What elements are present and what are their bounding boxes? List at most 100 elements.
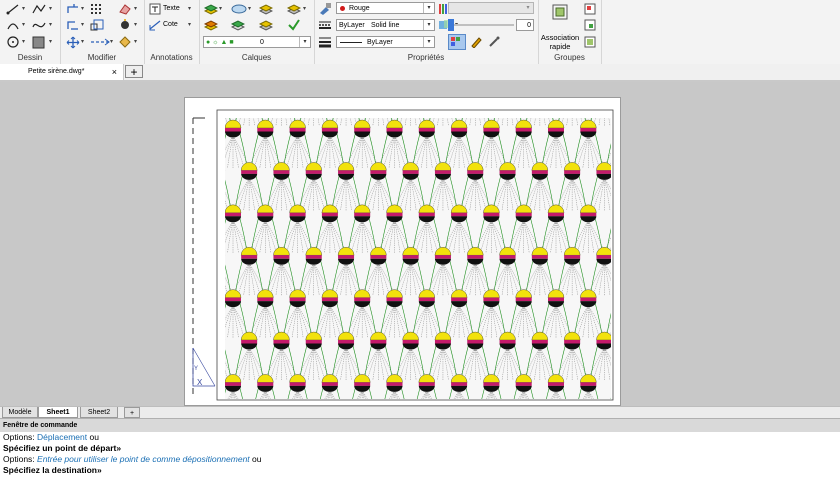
transparency-value-field[interactable]: 0 [516, 19, 534, 31]
chevron-down-icon[interactable]: ▾ [22, 21, 25, 28]
chevron-down-icon[interactable]: ▾ [22, 38, 25, 45]
add-layout-button[interactable]: + [124, 407, 140, 418]
pattern-pink-band [402, 340, 419, 344]
pattern-fan-line [211, 348, 217, 380]
layer-dropdown[interactable]: ● ☼ ▲ ■ 0 ▾ [203, 36, 311, 48]
scale-icon[interactable] [90, 19, 104, 31]
paper-sheet[interactable]: XY [184, 97, 621, 406]
slider-thumb[interactable] [448, 19, 454, 31]
chevron-down-icon[interactable]: ▾ [423, 20, 434, 30]
pattern-pink-band [193, 128, 209, 132]
transparency-slider[interactable] [448, 19, 514, 31]
pattern-pink-band [434, 170, 451, 174]
association-rapide-button[interactable]: Association rapide [540, 2, 580, 51]
move-icon[interactable] [66, 3, 80, 15]
move-arrows-icon[interactable] [66, 36, 80, 49]
erase-icon[interactable] [118, 3, 132, 15]
chevron-down-icon[interactable]: ▾ [219, 5, 222, 12]
pattern-fan-line [190, 306, 201, 338]
chevron-down-icon[interactable]: ▾ [523, 3, 533, 13]
tab-sheet1[interactable]: Sheet1 [38, 407, 78, 418]
cote-button[interactable]: Cote [147, 19, 178, 31]
chevron-down-icon[interactable]: ▾ [188, 21, 191, 28]
chevron-down-icon[interactable]: ▾ [188, 5, 191, 12]
arc-icon[interactable] [6, 19, 20, 31]
tab-document-active[interactable]: Petite sirène.dwg* × [0, 64, 124, 80]
tab-modele[interactable]: Modèle [2, 407, 38, 418]
circle-icon[interactable] [6, 35, 20, 49]
pattern-pink-band [499, 255, 516, 259]
explode-icon[interactable] [118, 19, 132, 31]
layer-match-icon[interactable] [231, 19, 245, 31]
chevron-down-icon[interactable]: ▾ [22, 5, 25, 12]
layer-properties-icon[interactable] [204, 3, 218, 15]
group-edit-icon[interactable] [584, 36, 596, 48]
option-deplacement-link[interactable]: Déplacement [37, 432, 87, 442]
pattern-pink-band [257, 297, 274, 302]
pattern-pink-band [257, 382, 274, 386]
ungroup-icon[interactable] [584, 19, 596, 31]
match-properties-icon[interactable] [118, 36, 132, 48]
chevron-down-icon[interactable]: ▾ [49, 21, 52, 28]
new-document-button[interactable]: + [125, 65, 143, 78]
chevron-down-icon[interactable]: ▾ [134, 21, 137, 28]
hatch-icon[interactable] [32, 36, 45, 49]
chevron-down-icon[interactable]: ▾ [134, 5, 137, 12]
pattern-fan-line [201, 221, 212, 253]
chevron-down-icon[interactable]: ▾ [299, 37, 310, 47]
chevron-down-icon[interactable]: ▾ [134, 38, 137, 45]
chevron-down-icon[interactable]: ▾ [49, 38, 52, 45]
pattern-fan-line [201, 390, 218, 405]
checkmark-icon[interactable] [287, 18, 301, 32]
pattern-green-line [611, 176, 618, 210]
chevron-down-icon[interactable]: ▾ [303, 5, 306, 12]
layer-off-icon[interactable] [259, 19, 273, 31]
option-entree-link[interactable]: Entrée pour utiliser le point de comme d… [37, 454, 250, 464]
linetype-dropdown[interactable]: ByLayer Solid line ▾ [336, 19, 435, 31]
close-icon[interactable]: × [112, 64, 117, 80]
chevron-down-icon[interactable]: ▾ [81, 5, 84, 12]
pattern-pink-band [451, 382, 468, 386]
match-properties-brush-icon[interactable] [318, 2, 332, 15]
tab-sheet2[interactable]: Sheet2 [80, 407, 118, 418]
lineweight-dropdown[interactable]: ByLayer ▾ [336, 36, 435, 48]
layer-state-icon[interactable] [231, 3, 247, 15]
chevron-down-icon[interactable]: ▾ [248, 5, 251, 12]
pattern-pink-band [499, 340, 516, 344]
copy-icon[interactable] [66, 19, 80, 31]
chevron-down-icon[interactable]: ▾ [423, 3, 434, 13]
array-icon[interactable] [90, 3, 102, 15]
chevron-down-icon[interactable]: ▾ [423, 37, 434, 47]
hatch-pattern [190, 98, 620, 405]
pattern-fan-line [200, 98, 217, 126]
eyedropper-icon[interactable] [488, 36, 500, 48]
pattern-green-line [611, 98, 618, 126]
pattern-fan-line [217, 98, 223, 126]
layer-isolate-icon[interactable] [259, 3, 273, 15]
group-icon[interactable] [584, 3, 596, 15]
line-icon[interactable] [6, 3, 20, 15]
pattern-pink-band [613, 382, 620, 386]
stretch-icon[interactable] [90, 36, 110, 48]
command-line-3: Options: Entrée pour utiliser le point d… [3, 454, 840, 465]
chevron-down-icon[interactable]: ▾ [81, 38, 84, 45]
layer-freeze-icon[interactable] [287, 3, 301, 15]
pattern-fan-line [206, 348, 217, 380]
pencil-icon[interactable] [470, 36, 482, 48]
panel-calques: ▾ ▾ ▾ ● ☼ ▲ ■ 0 ▾ Calques [199, 0, 315, 64]
chevron-down-icon[interactable]: ▾ [110, 38, 113, 45]
drawing-svg: XY [190, 98, 620, 405]
panel-annotations: Texte ▾ Cote ▾ Annotations [144, 0, 200, 64]
chevron-down-icon[interactable]: ▾ [81, 21, 84, 28]
quick-select-button[interactable] [448, 34, 466, 50]
texte-button[interactable]: Texte [147, 3, 180, 15]
polyline-icon[interactable] [32, 3, 46, 15]
spline-icon[interactable] [32, 19, 46, 31]
pattern-pink-band [354, 297, 371, 302]
color-dropdown[interactable]: Rouge ▾ [336, 2, 435, 14]
layer-walk-icon[interactable] [204, 19, 218, 31]
pattern-fan-line [206, 263, 217, 295]
pattern-pink-band [338, 340, 355, 344]
chevron-down-icon[interactable]: ▾ [49, 5, 52, 12]
plot-style-field[interactable]: ▾ [448, 2, 534, 14]
